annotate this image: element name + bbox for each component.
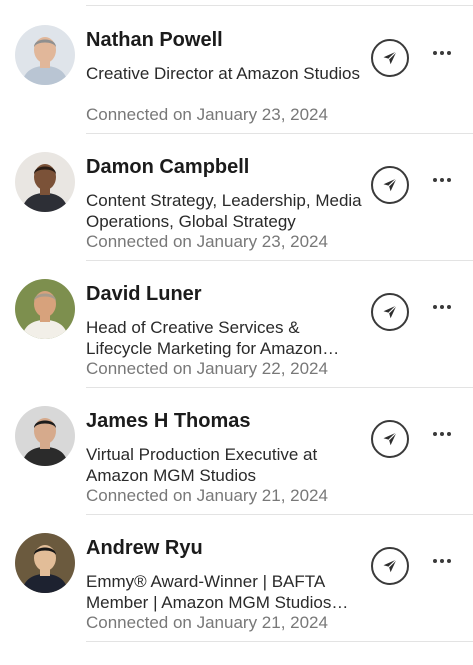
- more-options-button[interactable]: [428, 172, 456, 188]
- connected-date: Connected on January 22, 2024: [86, 359, 328, 378]
- connection-headline: Content Strategy, Leadership, Media Oper…: [86, 191, 362, 231]
- ellipsis-icon: [433, 305, 437, 309]
- ellipsis-icon: [433, 432, 437, 436]
- paper-plane-icon: [383, 51, 397, 65]
- avatar[interactable]: [15, 152, 75, 212]
- connection-row[interactable]: David Luner Head of Creative Services & …: [0, 261, 473, 388]
- message-button[interactable]: [371, 39, 409, 77]
- ellipsis-icon: [433, 559, 437, 563]
- connected-date: Connected on January 23, 2024: [86, 105, 328, 124]
- divider: [86, 641, 473, 642]
- paper-plane-icon: [383, 432, 397, 446]
- more-options-button[interactable]: [428, 45, 456, 61]
- ellipsis-icon: [433, 178, 437, 182]
- connection-row[interactable]: James H Thomas Virtual Production Execut…: [0, 388, 473, 515]
- paper-plane-icon: [383, 305, 397, 319]
- connection-name[interactable]: Nathan Powell: [86, 29, 223, 52]
- connected-date: Connected on January 21, 2024: [86, 486, 328, 505]
- avatar[interactable]: [15, 25, 75, 85]
- message-button[interactable]: [371, 547, 409, 585]
- more-options-button[interactable]: [428, 553, 456, 569]
- paper-plane-icon: [383, 559, 397, 573]
- more-options-button[interactable]: [428, 299, 456, 315]
- connected-date: Connected on January 23, 2024: [86, 232, 328, 251]
- connection-headline: Virtual Production Executive at Amazon M…: [86, 445, 318, 485]
- ellipsis-icon: [433, 51, 437, 55]
- connection-headline: Emmy® Award-Winner | BAFTA Member | Amaz…: [86, 572, 332, 612]
- connection-headline: Creative Director at Amazon Studios: [86, 64, 361, 83]
- avatar[interactable]: [15, 406, 75, 466]
- paper-plane-icon: [383, 178, 397, 192]
- divider: [86, 5, 473, 6]
- connection-row[interactable]: Andrew Ryu Emmy® Award-Winner | BAFTA Me…: [0, 515, 473, 642]
- connection-row[interactable]: Damon Campbell Content Strategy, Leaders…: [0, 134, 473, 261]
- message-button[interactable]: [371, 166, 409, 204]
- connection-name[interactable]: Andrew Ryu: [86, 537, 203, 560]
- more-options-button[interactable]: [428, 426, 456, 442]
- connection-headline: Head of Creative Services & Lifecycle Ma…: [86, 318, 323, 358]
- message-button[interactable]: [371, 293, 409, 331]
- connection-name[interactable]: David Luner: [86, 283, 202, 306]
- avatar[interactable]: [15, 279, 75, 339]
- connection-name[interactable]: Damon Campbell: [86, 156, 249, 179]
- message-button[interactable]: [371, 420, 409, 458]
- connected-date: Connected on January 21, 2024: [86, 613, 328, 632]
- connection-row[interactable]: Nathan Powell Creative Director at Amazo…: [0, 7, 473, 134]
- avatar[interactable]: [15, 533, 75, 593]
- connection-name[interactable]: James H Thomas: [86, 410, 251, 433]
